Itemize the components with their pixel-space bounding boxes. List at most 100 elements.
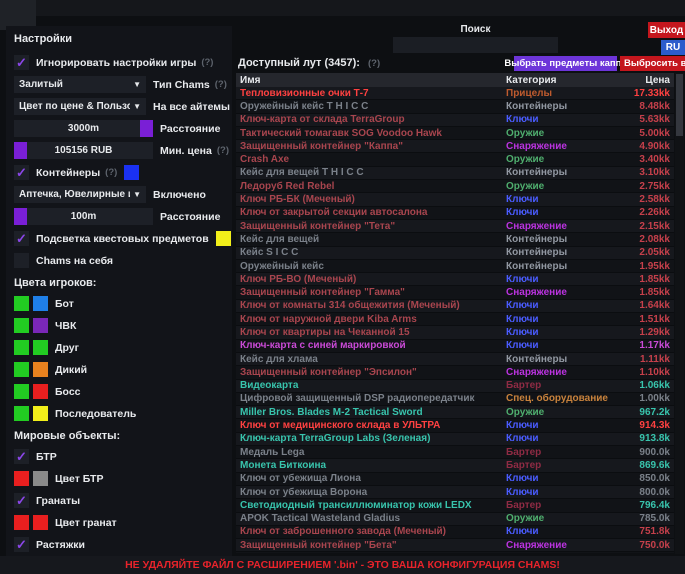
scrollbar-thumb[interactable] [676,74,683,136]
world-object-row[interactable]: Цвет БТР [14,470,224,487]
all-items-row: Цвет по цене & Пользователь ▼ На все айт… [14,98,224,115]
loot-table-row[interactable]: Оружейный кейс T H I C CКонтейнеры8.48kk [236,100,674,113]
loot-table-row[interactable]: Кейс S I C CКонтейнеры2.05kk [236,247,674,260]
world-object-row[interactable]: ✓Растяжки [14,536,224,553]
containers-distance-slider[interactable]: 100m [14,208,153,225]
player-color-row[interactable]: Босс [14,383,224,400]
quest-highlight-row[interactable]: ✓ Подсветка квестовых предметов [14,230,224,247]
checkbox-checked-icon[interactable]: ✓ [14,165,29,180]
checkbox-checked-icon[interactable]: ✓ [14,55,29,70]
loot-table-row[interactable]: Светодиодный трансиллюминатор кожи LEDXБ… [236,499,674,512]
visible-color-swatch[interactable] [14,340,29,355]
loot-table-row[interactable]: Ключ от убежища ВоронаКлючи800.0k [236,486,674,499]
loot-table-row[interactable]: Кейс для вещей T H I C CКонтейнеры3.10kk [236,167,674,180]
column-header-name[interactable]: Имя [236,75,506,86]
loot-table-row[interactable]: Ключ-карта от склада TerraGroupКлючи5.63… [236,114,674,127]
loot-item-category: Ключи [506,114,616,125]
checkbox-checked-icon[interactable]: ✓ [14,493,29,508]
checkbox-checked-icon[interactable]: ✓ [14,449,29,464]
visible-color-swatch[interactable] [14,406,29,421]
loot-item-category: Контейнеры [506,247,616,258]
loot-table-row[interactable]: Ключ от квартиры на Чеканной 15Ключи1.29… [236,326,674,339]
object-color-swatch[interactable] [33,471,48,486]
player-color-swatch[interactable] [33,340,48,355]
loot-table-row[interactable]: Кейс для хламаКонтейнеры1.11kk [236,353,674,366]
loot-table-row[interactable]: Защищенный контейнер "Каппа"Снаряжение4.… [236,140,674,153]
select-kappa-items-button[interactable]: Выбрать предметы каппа [514,56,617,71]
table-scrollbar[interactable] [675,73,684,554]
column-header-price[interactable]: Цена [616,75,674,86]
slider-handle[interactable] [14,208,27,225]
world-object-row[interactable]: Цвет гранат [14,514,224,531]
column-header-category[interactable]: Категория [506,75,616,86]
player-color-swatch[interactable] [33,384,48,399]
loot-table-row[interactable]: Ключ от заброшенного завода (Меченый)Клю… [236,526,674,539]
loot-table-row[interactable]: Цифровой защищенный DSP радиопередатчикС… [236,393,674,406]
visible-color-swatch[interactable] [14,296,29,311]
loot-table-row[interactable]: Защищенный контейнер "Бета"Снаряжение750… [236,539,674,552]
loot-table-row[interactable]: Защищенный контейнер "Эпсилон"Снаряжение… [236,366,674,379]
loot-table-row[interactable]: Ключ от закрытой секции автосалонаКлючи2… [236,207,674,220]
object-color-swatch[interactable] [33,515,48,530]
visible-color-swatch[interactable] [14,384,29,399]
loot-table-row[interactable]: Crash AxeОружие3.40kk [236,153,674,166]
player-color-row[interactable]: ЧВК [14,317,224,334]
player-color-row[interactable]: Бот [14,295,224,312]
loot-table-row[interactable]: Ключ от наружной двери Kiba ArmsКлючи1.5… [236,313,674,326]
loot-table-row[interactable]: Ключ от убежища ЛионаКлючи850.0k [236,473,674,486]
loot-table-row[interactable]: Ключ-карта TerraGroup Labs (Зеленая)Ключ… [236,433,674,446]
ignore-game-settings-row[interactable]: ✓ Игнорировать настройки игры (?) [14,54,224,71]
loot-table-row[interactable]: Защищенный контейнер "Гамма"Снаряжение1.… [236,286,674,299]
loot-table-row[interactable]: Ключ от комнаты 314 общежития (Меченый)К… [236,300,674,313]
loot-table-row[interactable]: ВидеокартаБартер1.06kk [236,380,674,393]
loot-table-row[interactable]: Ледоруб Red RebelОружие2.75kk [236,180,674,193]
visible-color-swatch[interactable] [14,362,29,377]
exit-button[interactable]: Выход [648,22,685,38]
language-button[interactable]: RU [661,40,685,55]
visible-color-swatch[interactable] [14,515,29,530]
containers-row[interactable]: ✓ Контейнеры (?) [14,164,224,181]
visible-color-swatch[interactable] [14,471,29,486]
player-color-row[interactable]: Дикий [14,361,224,378]
player-color-swatch[interactable] [33,296,48,311]
loot-item-price: 900.0k [616,447,674,458]
loot-table-row[interactable]: Тепловизионные очки Т-7Прицелы17.33kk [236,87,674,100]
player-color-row[interactable]: Друг [14,339,224,356]
search-input[interactable] [393,37,558,53]
containers-color-swatch[interactable] [124,165,139,180]
player-color-swatch[interactable] [33,406,48,421]
quest-color-swatch[interactable] [216,231,231,246]
visible-color-swatch[interactable] [14,318,29,333]
checkbox-checked-icon[interactable]: ✓ [14,231,29,246]
loot-table-row[interactable]: Кейс для вещейКонтейнеры2.08kk [236,233,674,246]
player-color-swatch[interactable] [33,318,48,333]
loot-table-row[interactable]: Монета БиткоинаБартер869.6k [236,459,674,472]
checkbox-checked-icon[interactable]: ✓ [14,537,29,552]
all-items-dropdown[interactable]: Цвет по цене & Пользователь ▼ [14,98,146,115]
chams-type-dropdown[interactable]: Залитый ▼ [14,76,146,93]
slider-handle[interactable] [14,142,27,159]
world-object-row[interactable]: ✓Гранаты [14,492,224,509]
player-color-row[interactable]: Последователь [14,405,224,422]
loot-table-row[interactable]: Ключ РБ-БК (Меченый)Ключи2.58kk [236,193,674,206]
loot-table-row[interactable]: Оружейный кейсКонтейнеры1.95kk [236,260,674,273]
loot-table-row[interactable]: Ключ РБ-ВО (Меченый)Ключи1.85kk [236,273,674,286]
loot-table-row[interactable]: Зажигалка Zippo (Золотая)Бартер750.0k [236,552,674,553]
discard-all-button[interactable]: Выбросить все [620,56,685,71]
loot-table-row[interactable]: Miller Bros. Blades M-2 Tactical SwordОр… [236,406,674,419]
loot-table-row[interactable]: APOK Tactical Wasteland GladiusОружие785… [236,513,674,526]
slider-handle[interactable] [140,120,153,137]
loot-table-row[interactable]: Тактический томагавк SOG Voodoo HawkОруж… [236,127,674,140]
checkbox-unchecked-icon[interactable] [14,253,29,268]
loot-table-row[interactable]: Ключ-карта с синей маркировкойКлючи1.17k… [236,340,674,353]
world-object-row[interactable]: ✓БТР [14,448,224,465]
containers-filter-dropdown[interactable]: Аптечка, Ювелирные и... ▼ [14,186,146,203]
chams-self-row[interactable]: Chams на себя [14,252,224,269]
loot-table-row[interactable]: Медаль LegaБартер900.0k [236,446,674,459]
loot-table-row[interactable]: Ключ от медицинского склада в УЛЬТРАКлюч… [236,419,674,432]
loot-table-row[interactable]: Защищенный контейнер "Тета"Снаряжение2.1… [236,220,674,233]
distance-slider[interactable]: 3000m [14,120,153,137]
player-color-swatch[interactable] [33,362,48,377]
loot-item-price: 1.00kk [616,393,674,404]
min-price-slider[interactable]: 105156 RUB [14,142,153,159]
